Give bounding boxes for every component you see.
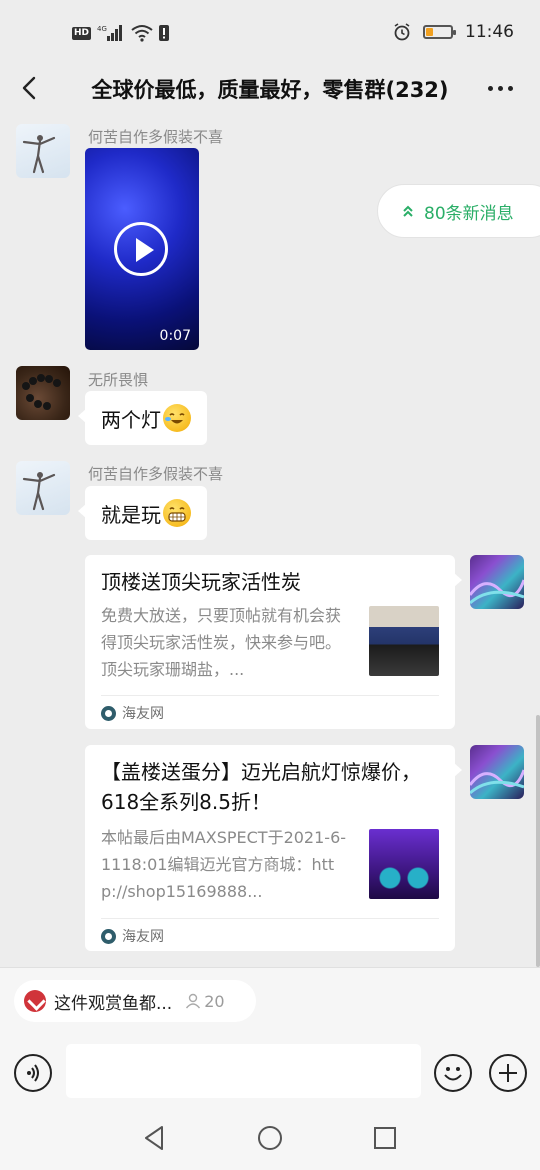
pinned-topic-chip[interactable]: 这件观赏鱼都... 20 <box>14 980 256 1022</box>
video-duration: 0:07 <box>159 328 191 344</box>
new-messages-label: 80条新消息 <box>424 203 514 224</box>
message-text: 就是玩 <box>101 502 161 527</box>
sender-avatar[interactable] <box>16 366 70 420</box>
voice-icon <box>27 1064 39 1082</box>
card-source: 海友网 <box>101 703 164 723</box>
sender-avatar[interactable] <box>16 124 70 178</box>
self-avatar[interactable] <box>470 555 524 609</box>
back-button[interactable] <box>12 70 48 106</box>
double-chevron-up-icon <box>403 205 413 217</box>
card-source-label: 海友网 <box>122 929 164 945</box>
sender-name: 何苦自作多假装不喜 <box>88 465 224 483</box>
card-source-label: 海友网 <box>122 706 164 722</box>
dancer-avatar-image <box>22 472 56 511</box>
battery-icon <box>423 25 456 39</box>
scrollbar[interactable] <box>536 715 540 967</box>
grin-emoji-icon <box>163 499 191 527</box>
voice-input-button[interactable] <box>14 1054 52 1092</box>
card-thumbnail <box>369 606 439 676</box>
participant-count: 20 <box>184 991 225 1011</box>
beads-avatar-image <box>22 374 61 410</box>
chat-header: 全球价最低，质量最好，零售群(232) <box>0 64 540 112</box>
more-dot-icon <box>497 85 503 91</box>
system-nav-bar <box>0 1105 540 1170</box>
sender-name: 无所畏惧 <box>88 371 149 389</box>
self-avatar[interactable] <box>470 745 524 799</box>
play-icon[interactable] <box>114 222 168 276</box>
card-title: 【盖楼送蛋分】迈光启航灯惊爆价，618全系列8.5折！ <box>101 760 421 814</box>
nav-back-icon[interactable] <box>140 1123 170 1153</box>
new-messages-button[interactable]: 80条新消息 <box>377 184 540 238</box>
card-thumbnail <box>369 829 439 899</box>
source-logo-icon <box>101 928 116 944</box>
status-bar: HD 4G 11:46 <box>0 0 540 64</box>
status-icons-right: 11:46 <box>393 22 514 42</box>
source-logo-icon <box>101 705 116 721</box>
message-input[interactable] <box>66 1044 421 1098</box>
card-divider <box>101 695 439 696</box>
card-title: 顶楼送顶尖玩家活性炭 <box>101 570 301 594</box>
coral-avatar-image <box>470 579 524 605</box>
message-text: 两个灯 <box>101 407 161 432</box>
battery-level <box>426 28 433 36</box>
pinned-topic-label: 这件观赏鱼都... <box>54 993 173 1014</box>
link-card[interactable]: 【盖楼送蛋分】迈光启航灯惊爆价，618全系列8.5折！ 本帖最后由MAXSPEC… <box>85 745 462 951</box>
chat-title: 全球价最低，质量最好，零售群(232) <box>91 78 449 102</box>
card-source: 海友网 <box>101 926 164 946</box>
participant-count-value: 20 <box>204 991 225 1011</box>
chevron-left-icon <box>22 76 36 100</box>
topic-icon <box>24 990 46 1012</box>
signal-icon: 4G <box>97 25 123 41</box>
smiley-icon <box>444 1067 462 1081</box>
card-description: 免费大放送，只要顶帖就有机会获得顶尖玩家活性炭，快来参与吧。顶尖玩家珊瑚盐，..… <box>101 606 342 679</box>
laugh-cry-emoji-icon <box>163 404 191 432</box>
wifi-icon <box>131 25 153 42</box>
more-actions-plus-icon[interactable] <box>489 1054 527 1092</box>
more-dot-icon <box>487 85 493 91</box>
network-type-label: 4G <box>97 25 107 33</box>
clock: 11:46 <box>465 22 514 42</box>
hd-icon: HD <box>72 26 92 40</box>
alert-icon <box>159 25 170 41</box>
alarm-icon <box>394 23 410 41</box>
status-icons-left: HD 4G <box>72 24 170 42</box>
message-bubble[interactable]: 两个灯 <box>78 391 207 445</box>
emoji-button[interactable] <box>434 1054 472 1092</box>
link-card[interactable]: 顶楼送顶尖玩家活性炭 免费大放送，只要顶帖就有机会获得顶尖玩家活性炭，快来参与吧… <box>85 555 462 729</box>
nav-home-icon[interactable] <box>255 1123 285 1153</box>
card-description: 本帖最后由MAXSPECT于2021-6-1118:01编辑迈光官方商城：htt… <box>101 828 347 901</box>
coral-avatar-image <box>470 769 524 795</box>
person-icon <box>186 993 201 1009</box>
dancer-avatar-image <box>22 135 56 174</box>
nav-recent-apps-icon[interactable] <box>370 1123 400 1153</box>
message-bubble[interactable]: 就是玩 <box>78 486 207 540</box>
card-divider <box>101 918 439 919</box>
more-options-button[interactable] <box>480 72 520 104</box>
video-message[interactable]: 0:07 <box>85 148 199 350</box>
sender-avatar[interactable] <box>16 461 70 515</box>
sender-name: 何苦自作多假装不喜 <box>88 128 224 146</box>
more-dot-icon <box>507 85 513 91</box>
